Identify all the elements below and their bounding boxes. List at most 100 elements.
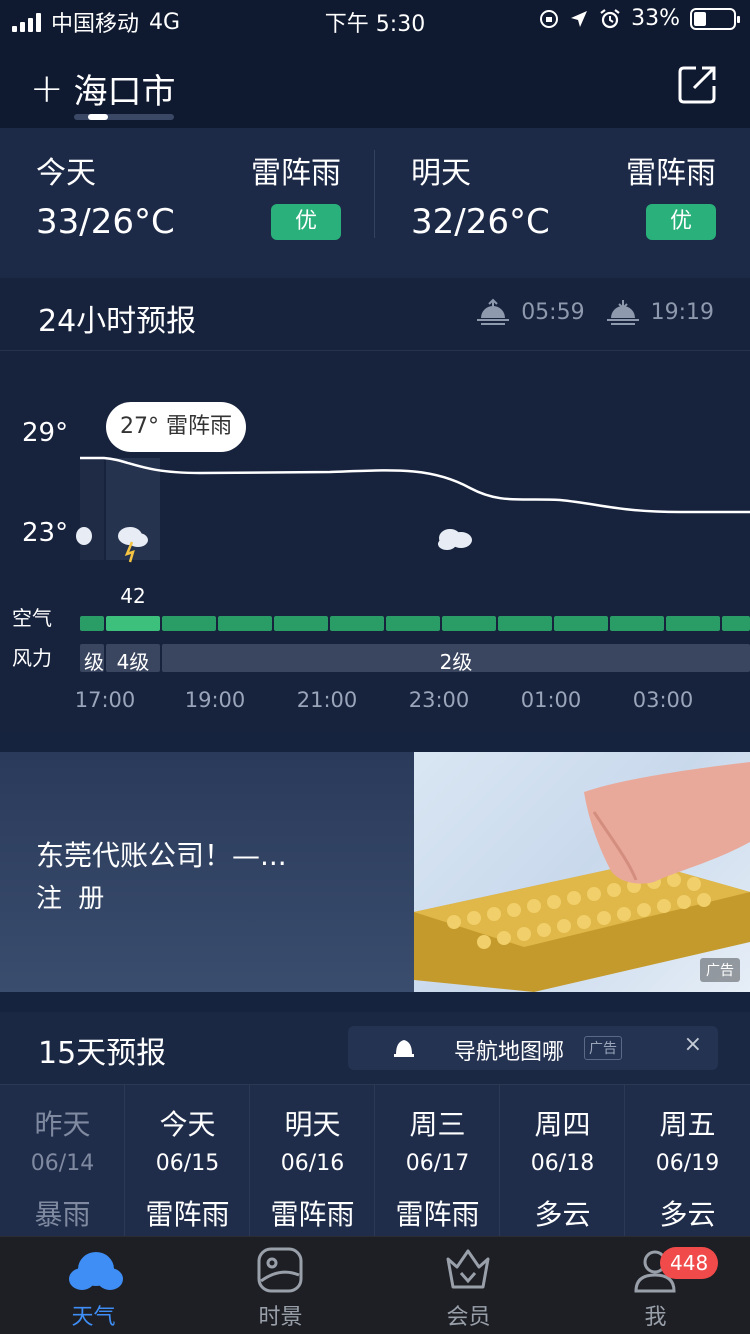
hour-label: 01:00 bbox=[520, 688, 582, 712]
tab-scene[interactable]: 时景 bbox=[187, 1237, 374, 1334]
day-cell[interactable]: 今天 06/15 雷阵雨 bbox=[125, 1085, 250, 1237]
day-cell[interactable]: 昨天 06/14 暴雨 bbox=[0, 1085, 125, 1237]
nav-ad-text: 导航地图哪 bbox=[454, 1040, 565, 1065]
battery-icon bbox=[690, 7, 740, 30]
tab-me-label: 我 bbox=[644, 1305, 667, 1330]
ad-image[interactable]: 广告 bbox=[414, 752, 750, 992]
status-bar: 中国移动 4G 下午 5:30 33% bbox=[0, 0, 750, 44]
tomorrow-condition: 雷阵雨 bbox=[626, 156, 716, 191]
y-label-low: 23° bbox=[22, 518, 69, 548]
hour-label: 19:00 bbox=[184, 688, 246, 712]
ad-title: 东莞代账公司！—... bbox=[36, 839, 287, 872]
today-card[interactable]: 今天 雷阵雨 33/26°C 优 bbox=[0, 128, 375, 278]
location-icon bbox=[571, 10, 588, 27]
ad-subtitle: 注 册 bbox=[36, 884, 109, 914]
day-divider bbox=[374, 150, 375, 238]
nav-ad-close-icon[interactable]: × bbox=[684, 1032, 702, 1057]
scene-icon bbox=[257, 1247, 303, 1293]
weather-cloud-icon bbox=[69, 1252, 123, 1290]
alarm-icon bbox=[600, 8, 620, 28]
day-cell[interactable]: 明天 06/16 雷阵雨 bbox=[250, 1085, 375, 1237]
cloudy-icon bbox=[438, 529, 472, 550]
day-cell[interactable]: 周四 06/18 多云 bbox=[500, 1085, 625, 1237]
day-condition: 多云 bbox=[659, 1198, 716, 1231]
forecast-24h-title: 24小时预报 bbox=[38, 304, 197, 339]
notification-badge: 448 bbox=[660, 1247, 719, 1279]
forecast-24h-divider bbox=[0, 350, 750, 351]
battery-percent: 33% bbox=[631, 6, 680, 31]
day-date: 06/18 bbox=[530, 1151, 595, 1176]
cloud-icon-prev bbox=[76, 527, 92, 545]
wind-prev-level: 级 bbox=[84, 650, 104, 674]
current-hour-tooltip: 27° 雷阵雨 bbox=[106, 402, 246, 452]
day-name: 周五 bbox=[659, 1108, 716, 1141]
hour-label: 17:00 bbox=[74, 688, 136, 712]
day-condition: 雷阵雨 bbox=[270, 1198, 355, 1231]
share-icon[interactable] bbox=[676, 62, 720, 106]
tab-me[interactable]: 448 我 bbox=[562, 1237, 749, 1334]
sunrise-icon bbox=[477, 298, 510, 325]
tab-member-label: 会员 bbox=[446, 1305, 491, 1330]
sunset-icon bbox=[606, 300, 639, 325]
tomorrow-temp: 32/26°C bbox=[411, 202, 550, 242]
tomorrow-aqi-badge: 优 bbox=[646, 204, 716, 240]
today-tomorrow-panel: 今天 雷阵雨 33/26°C 优 明天 雷阵雨 32/26°C 优 bbox=[0, 128, 750, 278]
day-name: 昨天 bbox=[34, 1108, 91, 1141]
day-condition: 雷阵雨 bbox=[395, 1198, 480, 1231]
day-date: 06/14 bbox=[30, 1151, 95, 1176]
day-name: 周四 bbox=[534, 1108, 591, 1141]
day-date: 06/17 bbox=[405, 1151, 470, 1176]
ad-tag: 广告 bbox=[700, 958, 740, 982]
tab-scene-label: 时景 bbox=[258, 1305, 303, 1330]
days-row: 昨天 06/14 暴雨 今天 06/15 雷阵雨 明天 06/16 雷阵雨 周三… bbox=[0, 1084, 750, 1237]
day-name: 今天 bbox=[159, 1108, 216, 1141]
tomorrow-label: 明天 bbox=[411, 156, 471, 191]
today-label: 今天 bbox=[36, 156, 96, 191]
nav-ad-tag: 广告 bbox=[584, 1036, 622, 1060]
day-date: 06/15 bbox=[155, 1151, 220, 1176]
abacus-image bbox=[414, 762, 750, 992]
day-name: 明天 bbox=[284, 1108, 341, 1141]
wind-rest-level: 2级 bbox=[439, 650, 473, 674]
page-indicator bbox=[74, 114, 174, 120]
tab-weather[interactable]: 天气 bbox=[0, 1237, 187, 1334]
day-name: 周三 bbox=[409, 1108, 466, 1141]
status-right: 33% bbox=[539, 6, 740, 31]
tab-weather-label: 天气 bbox=[71, 1305, 116, 1330]
nav-ad-icon bbox=[394, 1040, 414, 1057]
sunrise-time: 05:59 bbox=[521, 299, 585, 325]
wind-row-label: 风力 bbox=[12, 646, 52, 670]
hour-label: 03:00 bbox=[632, 688, 694, 712]
wind-current-level: 4级 bbox=[116, 650, 150, 674]
forecast-24h: 24小时预报 05:59 19:19 29° 23° 27° 雷阵雨 42 空气… bbox=[0, 278, 750, 733]
tomorrow-card[interactable]: 明天 雷阵雨 32/26°C 优 bbox=[375, 128, 750, 278]
today-temp: 33/26°C bbox=[36, 202, 175, 242]
today-aqi-badge: 优 bbox=[271, 204, 341, 240]
day-date: 06/16 bbox=[280, 1151, 345, 1176]
tab-bar: 天气 时景 会员 448 我 bbox=[0, 1236, 750, 1334]
city-selector[interactable]: + 海口市 bbox=[30, 64, 176, 113]
day-date: 06/19 bbox=[655, 1151, 720, 1176]
air-value: 42 bbox=[120, 584, 146, 608]
air-row-label: 空气 bbox=[12, 606, 52, 630]
forecast-15d-title: 15天预报 bbox=[38, 1036, 167, 1071]
temperature-curve bbox=[80, 456, 750, 514]
ad-banner[interactable]: 东莞代账公司！—... 注 册 广告 bbox=[0, 752, 750, 992]
day-cell[interactable]: 周五 06/19 多云 bbox=[625, 1085, 750, 1237]
nav-ad[interactable]: 导航地图哪 广告 × bbox=[348, 1026, 718, 1070]
air-quality-bars bbox=[80, 616, 750, 631]
tab-member[interactable]: 会员 bbox=[375, 1237, 562, 1334]
member-crown-icon bbox=[446, 1249, 490, 1289]
forecast-15d: 15天预报 导航地图哪 广告 × 昨天 06/14 暴雨 今天 06/15 雷阵… bbox=[0, 1012, 750, 1237]
hour-label: 21:00 bbox=[296, 688, 358, 712]
day-cell[interactable]: 周三 06/17 雷阵雨 bbox=[375, 1085, 500, 1237]
day-condition: 多云 bbox=[534, 1198, 591, 1231]
city-name: 海口市 bbox=[73, 72, 176, 112]
day-condition: 暴雨 bbox=[34, 1198, 91, 1231]
day-condition: 雷阵雨 bbox=[145, 1198, 230, 1231]
today-condition: 雷阵雨 bbox=[251, 156, 341, 191]
add-city-icon[interactable]: + bbox=[30, 69, 64, 109]
header: + 海口市 bbox=[0, 44, 750, 128]
sun-times: 05:59 19:19 bbox=[475, 298, 714, 326]
rotation-lock-icon bbox=[540, 9, 559, 28]
